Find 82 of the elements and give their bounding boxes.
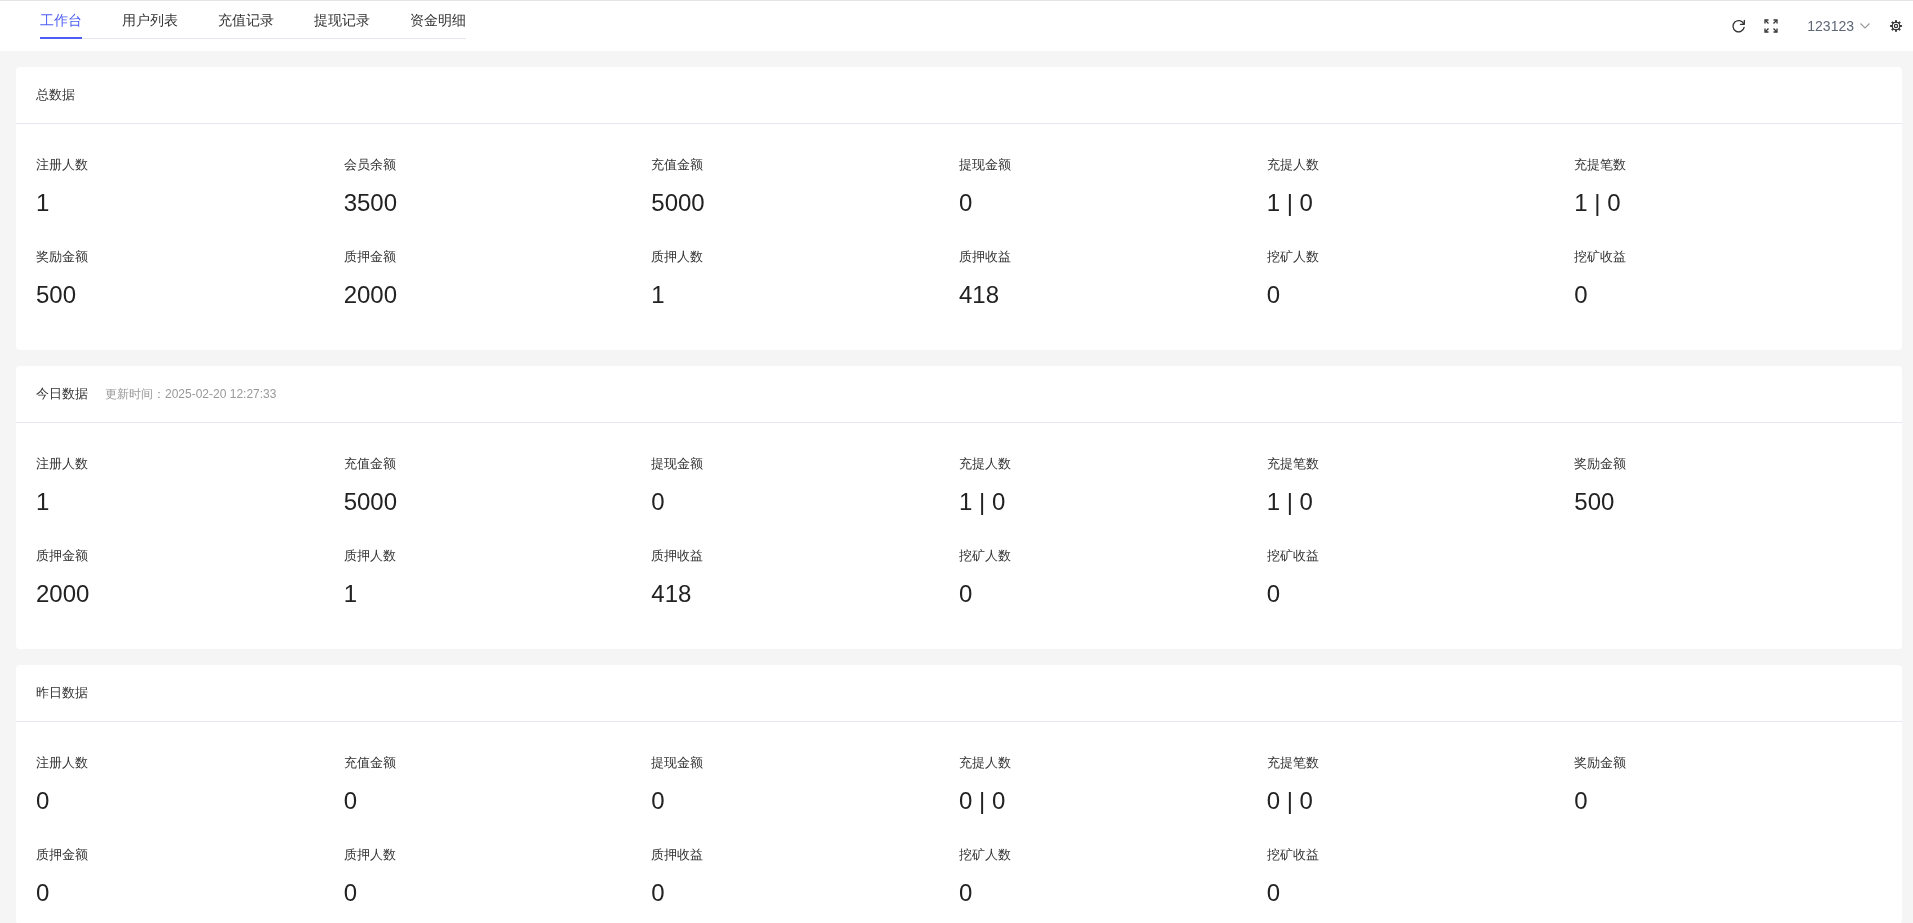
- update-time: 更新时间：2025-02-20 12:27:33: [105, 385, 277, 403]
- refresh-icon[interactable]: [1731, 18, 1747, 34]
- stat-label: 质押金额: [343, 248, 396, 266]
- stat-label: 挖矿收益: [1574, 248, 1627, 266]
- stat-label: 质押人数: [343, 547, 396, 565]
- stat-value: 1: [651, 280, 665, 310]
- stat-value: 418: [651, 579, 692, 609]
- stat-value: 0: [343, 878, 357, 908]
- stat-label: 注册人数: [36, 156, 88, 174]
- stat-value: 2000: [343, 280, 398, 310]
- stat-label: 挖矿收益: [1266, 846, 1319, 864]
- stat-label: 质押人数: [343, 846, 396, 864]
- stat-label: 充提人数: [959, 455, 1011, 473]
- stat-label: 提现金额: [651, 455, 704, 473]
- caret-icon: [1860, 23, 1870, 29]
- section-title: 总数据: [36, 86, 75, 104]
- stat-label: 充值金额: [343, 455, 396, 473]
- stat-value: 0 | 0: [1266, 786, 1313, 816]
- stat-value: 1 | 0: [1266, 188, 1313, 218]
- stat-value: 0: [36, 878, 50, 908]
- stat-value: 0: [651, 786, 665, 816]
- stat-value: 0: [959, 878, 973, 908]
- nav-tab[interactable]: 工作台: [40, 10, 82, 39]
- stat-value: 0: [651, 878, 665, 908]
- stat-value: 1 | 0: [1266, 487, 1313, 517]
- stat-value: 0: [959, 579, 973, 609]
- section-title: 昨日数据: [36, 684, 88, 702]
- user-menu[interactable]: 123123: [1807, 18, 1870, 34]
- stat-label: 充值金额: [651, 156, 704, 174]
- stat-label: 充值金额: [343, 754, 396, 772]
- stat-label: 奖励金额: [1574, 455, 1627, 473]
- nav-tab[interactable]: 充值记录: [218, 10, 274, 39]
- stat-label: 会员余额: [343, 156, 396, 174]
- stat-value: 1: [36, 188, 50, 218]
- stat-value: 1: [343, 579, 357, 609]
- nav-tab[interactable]: 用户列表: [122, 10, 178, 39]
- stat-label: 充提笔数: [1266, 455, 1319, 473]
- stat-value: 0: [343, 786, 357, 816]
- stat-label: 充提笔数: [1574, 156, 1627, 174]
- stat-value: 0: [1266, 579, 1280, 609]
- fullscreen-icon[interactable]: [1764, 19, 1779, 33]
- stat-value: 0: [1266, 280, 1280, 310]
- stat-value: 1 | 0: [959, 487, 1006, 517]
- stat-value: 5000: [343, 487, 398, 517]
- stat-label: 注册人数: [36, 455, 88, 473]
- stat-value: 0: [959, 188, 973, 218]
- stat-label: 奖励金额: [36, 248, 88, 266]
- stat-label: 挖矿人数: [1266, 248, 1319, 266]
- stat-label: 质押收益: [959, 248, 1011, 266]
- nav-tab[interactable]: 资金明细: [410, 10, 466, 39]
- stat-value: 418: [959, 280, 1000, 310]
- stat-label: 质押金额: [36, 846, 88, 864]
- stat-label: 质押人数: [651, 248, 704, 266]
- stat-label: 奖励金额: [1574, 754, 1627, 772]
- stat-label: 挖矿人数: [959, 547, 1011, 565]
- stat-label: 质押收益: [651, 846, 704, 864]
- stat-value: 1 | 0: [1574, 188, 1621, 218]
- stat-value: 0: [1574, 786, 1588, 816]
- stat-value: 3500: [343, 188, 398, 218]
- stat-label: 充提人数: [1266, 156, 1319, 174]
- nav-tab[interactable]: 提现记录: [314, 10, 370, 39]
- stat-value: 0 | 0: [959, 786, 1006, 816]
- stat-label: 充提笔数: [1266, 754, 1319, 772]
- settings-icon[interactable]: [1889, 19, 1903, 33]
- stat-label: 质押金额: [36, 547, 88, 565]
- stat-label: 提现金额: [959, 156, 1011, 174]
- stat-value: 0: [1266, 878, 1280, 908]
- stat-value: 0: [1574, 280, 1588, 310]
- stat-value: 500: [1574, 487, 1615, 517]
- stat-label: 质押收益: [651, 547, 704, 565]
- stat-value: 1: [36, 487, 50, 517]
- stat-value: 2000: [36, 579, 90, 609]
- stat-value: 5000: [651, 188, 705, 218]
- stat-label: 注册人数: [36, 754, 88, 772]
- stat-value: 0: [36, 786, 50, 816]
- stat-value: 500: [36, 280, 77, 310]
- stat-label: 充提人数: [959, 754, 1011, 772]
- stat-value: 0: [651, 487, 665, 517]
- stat-label: 挖矿人数: [959, 846, 1011, 864]
- stat-label: 挖矿收益: [1266, 547, 1319, 565]
- section-title: 今日数据: [36, 385, 88, 403]
- stat-label: 提现金额: [651, 754, 704, 772]
